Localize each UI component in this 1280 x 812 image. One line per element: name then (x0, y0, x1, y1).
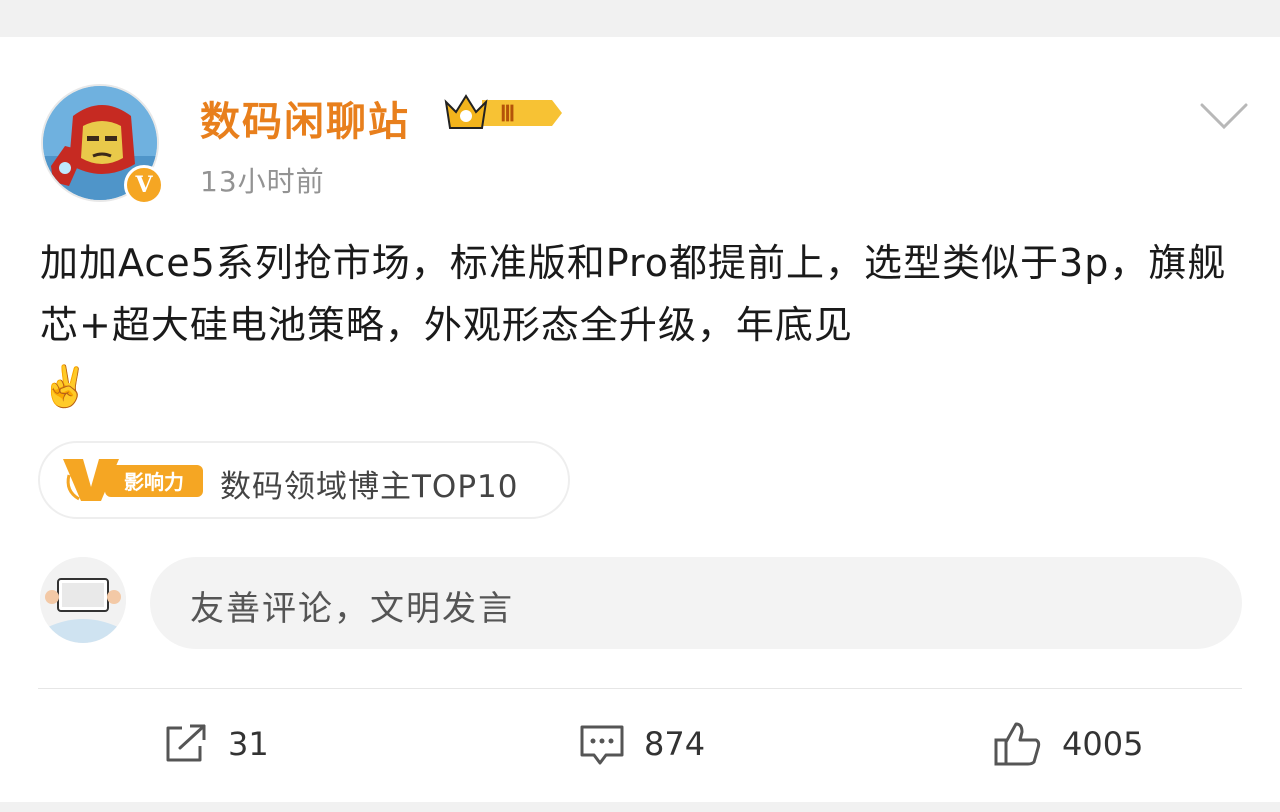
influence-v-badge-icon: 影响力 (61, 455, 205, 505)
comment-count: 874 (644, 725, 706, 763)
actions-divider (38, 688, 1242, 689)
verified-mark-text: V (135, 172, 153, 198)
post-text-block: 加加Ace5系列抢市场，标准版和Pro都提前上，选型类似于3p，旗舰芯+超大硅电… (40, 232, 1250, 418)
post-card: V 数码闲聊站 Ⅲ 13小时前 加加Ace5系列抢市场，标准版和Pro都提前上，… (0, 37, 1280, 802)
like-button[interactable]: 4005 (992, 719, 1143, 769)
commenter-avatar[interactable] (40, 557, 126, 643)
top-gap (0, 0, 1280, 10)
commenter-avatar-art (40, 557, 126, 643)
thumbs-up-icon (994, 722, 1041, 766)
post-time: 13小时前 (200, 165, 325, 198)
influence-badge-label: 影响力 (124, 470, 184, 494)
like-count: 4005 (1062, 725, 1144, 763)
comment-placeholder: 友善评论，文明发言 (190, 589, 514, 629)
share-count: 31 (228, 725, 269, 763)
share-button[interactable]: 31 (162, 719, 269, 769)
crown-level-badge-icon[interactable]: Ⅲ (442, 90, 564, 136)
influence-tag[interactable]: 影响力 数码领域博主TOP10 (38, 441, 570, 519)
comment-input[interactable]: 友善评论，文明发言 (150, 557, 1242, 649)
more-chevron-down-icon[interactable] (1198, 97, 1250, 133)
verified-badge-icon: V (124, 165, 164, 205)
crown-level-text: Ⅲ (500, 101, 515, 126)
author-name[interactable]: 数码闲聊站 (200, 89, 410, 147)
influence-text: 数码领域博主TOP10 (220, 469, 519, 505)
post-text: 加加Ace5系列抢市场，标准版和Pro都提前上，选型类似于3p，旗舰芯+超大硅电… (40, 241, 1227, 347)
share-icon (166, 724, 206, 762)
victory-hand-emoji: ✌️ (40, 364, 91, 410)
comment-button[interactable]: 874 (578, 719, 705, 769)
bottom-gap (0, 802, 1280, 812)
comment-icon (580, 725, 624, 765)
